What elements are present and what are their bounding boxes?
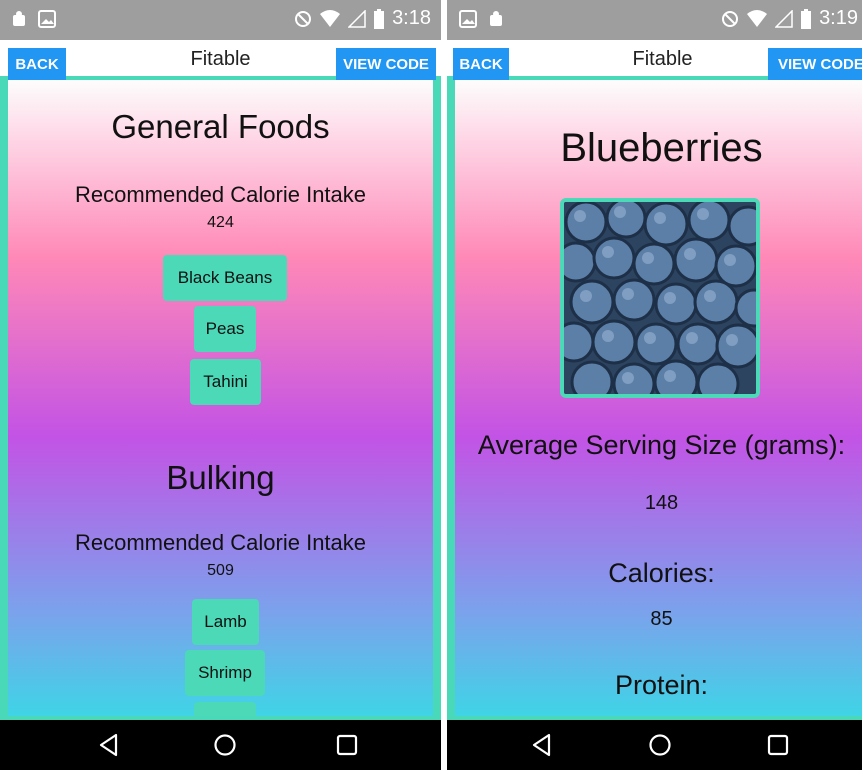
status-time: 3:18 [392, 7, 431, 29]
status-time: 3:19 [819, 7, 858, 29]
back-nav-icon[interactable] [529, 732, 555, 758]
food-image [560, 198, 760, 398]
back-button[interactable]: BACK [8, 48, 66, 80]
food-button-shrimp[interactable]: Shrimp [185, 650, 265, 696]
right-phone-screen: 3:19 BACK Fitable VIEW CODE Blueberries [447, 0, 862, 770]
signal-icon [348, 9, 366, 28]
status-bar: 3:19 [447, 0, 862, 40]
content-area: General Foods Recommended Calorie Intake… [0, 76, 441, 720]
serving-size-value: 148 [644, 492, 679, 514]
calories-label: Calories: [608, 558, 715, 588]
image-icon [459, 10, 477, 28]
food-button-peas[interactable]: Peas [194, 306, 256, 352]
calorie-value: 424 [207, 214, 234, 231]
left-phone-screen: 3:18 BACK Fitable VIEW CODE General Food… [0, 0, 441, 770]
recents-nav-icon[interactable] [765, 732, 791, 758]
wifi-icon [747, 9, 768, 27]
app-bar: BACK Fitable VIEW CODE [0, 40, 441, 80]
calories-value: 85 [650, 608, 673, 630]
home-nav-icon[interactable] [647, 732, 673, 758]
calorie-value: 509 [207, 562, 234, 579]
status-bar: 3:18 [0, 0, 441, 40]
signal-icon [775, 9, 793, 28]
app-bar: BACK Fitable VIEW CODE [447, 40, 862, 80]
battery-icon [801, 8, 812, 29]
food-title: Blueberries [560, 126, 763, 170]
scroll-view[interactable]: Blueberries Average Serving Size (grams)… [455, 80, 862, 716]
do-not-disturb-icon [722, 10, 739, 27]
section-subheading: Recommended Calorie Intake [74, 182, 367, 207]
content-area: Blueberries Average Serving Size (grams)… [447, 76, 862, 720]
section-heading: General Foods [111, 108, 330, 145]
do-not-disturb-icon [295, 10, 312, 27]
image-icon [38, 10, 56, 28]
blueberries-photo [564, 202, 756, 394]
back-button[interactable]: BACK [453, 48, 509, 80]
protein-label: Protein: [614, 670, 709, 700]
wifi-icon [320, 9, 341, 27]
view-code-button[interactable]: VIEW CODE [336, 48, 436, 80]
section-subheading: Recommended Calorie Intake [74, 530, 367, 555]
food-button-black-beans[interactable]: Black Beans [163, 255, 287, 301]
serving-size-label: Average Serving Size (grams): [477, 430, 846, 460]
food-button-lamb[interactable]: Lamb [192, 599, 259, 645]
android-debug-icon [490, 11, 502, 26]
section-heading: Bulking [166, 459, 275, 496]
navigation-bar [447, 720, 862, 770]
android-debug-icon [13, 11, 25, 26]
view-code-button[interactable]: VIEW CODE [768, 48, 862, 80]
back-nav-icon[interactable] [96, 732, 122, 758]
food-button-partial[interactable] [194, 702, 256, 716]
recents-nav-icon[interactable] [334, 732, 360, 758]
battery-icon [374, 8, 385, 29]
home-nav-icon[interactable] [212, 732, 238, 758]
navigation-bar [0, 720, 441, 770]
food-button-tahini[interactable]: Tahini [190, 359, 261, 405]
scroll-view[interactable]: General Foods Recommended Calorie Intake… [8, 80, 433, 716]
